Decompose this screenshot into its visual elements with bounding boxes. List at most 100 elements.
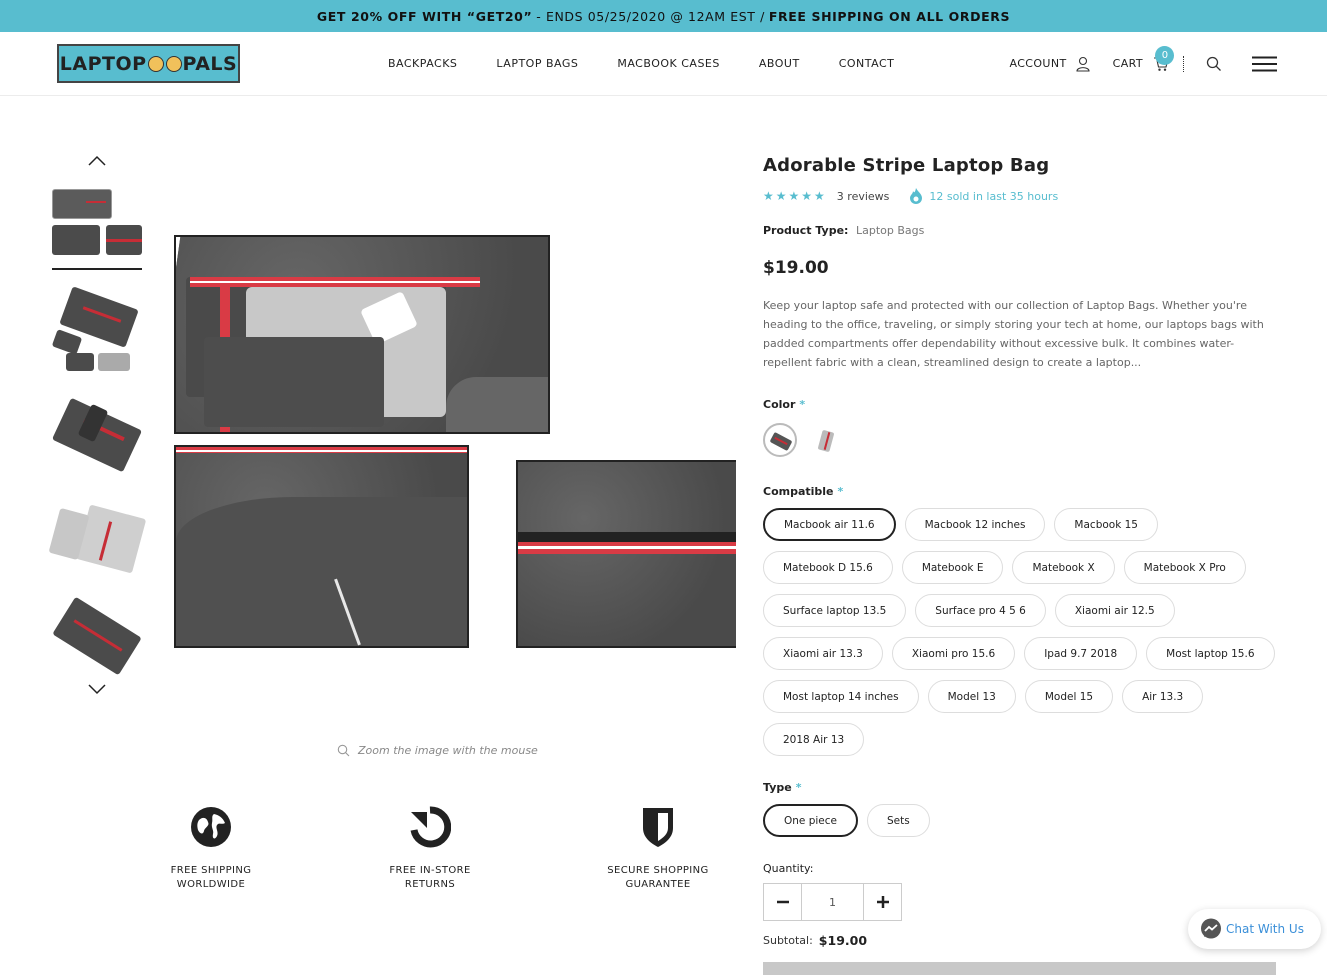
required-mark: * [795,781,802,794]
product-description: Keep your laptop safe and protected with… [763,299,1264,369]
chat-label: Chat With Us [1226,922,1304,936]
color-label-text: Color [763,398,796,411]
subtotal-label: Subtotal: [763,934,813,947]
compatible-option-pill[interactable]: Macbook 15 [1054,508,1158,541]
nav-contact[interactable]: CONTACT [839,57,895,70]
type-option-pill[interactable]: Sets [867,804,930,837]
compatible-options: Macbook air 11.6 Macbook 12 inches Macbook… [763,508,1276,756]
feature-free-shipping: FREE SHIPPING WORLDWIDE [131,806,291,892]
zoom-icon [337,744,350,757]
nav-backpacks[interactable]: BACKPACKS [388,57,457,70]
color-swatch-light-gray[interactable] [809,423,843,457]
compatible-option-pill[interactable]: Model 15 [1024,680,1114,713]
logo-face-icon [165,55,182,72]
compatible-option-pill[interactable]: 2018 Air 13 [763,723,865,756]
compatible-option-pill[interactable]: Matebook X [1012,551,1115,584]
plus-icon [876,896,889,908]
subtotal-value: $19.00 [818,933,868,948]
type-label-text: Type [763,781,792,794]
shield-icon [643,808,673,847]
compatible-option-pill[interactable]: Surface pro 4 5 6 [915,594,1046,627]
compatible-label-text: Compatible [763,485,834,498]
compatible-option-pill[interactable]: Air 13.3 [1122,680,1204,713]
compatible-option-pill[interactable]: Most laptop 14 inches [763,680,919,713]
cart-count-badge: 0 [1155,46,1175,65]
announcement-bar: GET 20% OFF WITH “GET20” - ENDS 05/25/20… [0,0,1327,32]
logo-text-right: PALS [182,52,238,75]
nav-macbook-cases[interactable]: MACBOOK CASES [617,57,720,70]
compatible-label: Compatible * [763,485,1276,498]
chat-widget[interactable]: Chat With Us [1188,909,1321,949]
product-type-label: Product Type: [763,224,849,237]
compatible-option-pill[interactable]: Xiaomi air 12.5 [1054,594,1175,627]
image-panel-top [174,235,550,434]
sold-count: 12 sold in last 35 hours [929,189,1059,203]
feature-line2: WORLDWIDE [176,879,246,890]
user-icon[interactable] [1075,56,1091,72]
menu-icon[interactable] [1252,56,1277,72]
chevron-up-icon[interactable] [87,155,107,167]
product-thumbnail[interactable] [48,495,147,574]
fire-icon [910,188,923,204]
compatible-option-pill[interactable]: Xiaomi pro 15.6 [891,637,1016,670]
product-title: Adorable Stripe Laptop Bag [763,155,1050,176]
feature-line1: SECURE SHOPPING [607,865,709,876]
review-count[interactable]: 3 reviews [837,190,890,203]
account-link[interactable]: ACCOUNT [1009,57,1066,70]
rating-stars[interactable]: ★★★★★ [763,189,827,203]
free-shipping-text: FREE SHIPPING ON ALL ORDERS [768,8,1011,24]
product-thumbnail[interactable] [52,189,142,270]
product-info: Adorable Stripe Laptop Bag ★★★★★ 3 revie… [763,155,1276,948]
color-swatches [763,423,1276,457]
rating-row: ★★★★★ 3 reviews 12 sold in last 35 hours [763,188,1276,204]
zoom-hint: Zoom the image with the mouse [337,744,538,757]
quantity-decrease-button[interactable] [764,884,801,920]
logo-text-left: LAPTOP [59,52,147,75]
header-actions: ACCOUNT CART 0 [1009,32,1277,95]
feature-line1: FREE SHIPPING [170,865,252,876]
messenger-icon [1201,918,1221,939]
compatible-option-pill[interactable]: Macbook 12 inches [904,508,1046,541]
compatible-option-pill[interactable]: Model 13 [927,680,1016,713]
product-thumbnail[interactable] [52,596,142,676]
nav-laptop-bags[interactable]: LAPTOP BAGS [496,57,578,70]
quantity-increase-button[interactable] [864,884,901,920]
zoom-hint-text: Zoom the image with the mouse [358,744,538,757]
type-option-pill[interactable]: One piece [763,804,858,837]
compatible-option-pill[interactable]: Ipad 9.7 2018 [1024,637,1138,670]
image-panel-bottom-right [516,460,736,648]
compatible-option-pill[interactable]: Macbook air 11.6 [763,508,896,541]
compatible-option-pill[interactable]: Xiaomi air 13.3 [763,637,883,670]
feature-line2: RETURNS [404,879,456,890]
compatible-option-pill[interactable]: Matebook D 15.6 [763,551,893,584]
compatible-option-pill[interactable]: Most laptop 15.6 [1146,637,1275,670]
product-type-value[interactable]: Laptop Bags [856,224,924,237]
thumbnail-column [48,155,147,695]
quantity-stepper: 1 [763,883,902,921]
promo-code-text: GET 20% OFF WITH “GET20” [316,8,533,24]
feature-free-returns: FREE IN-STORE RETURNS [350,806,510,892]
feature-secure-shopping: SECURE SHOPPING GUARANTEE [578,806,738,892]
site-header: LAPTOP PALS BACKPACKS LAPTOP BAGS MACBOO… [0,32,1327,96]
type-options: One piece Sets [763,804,1276,837]
compatible-option-pill[interactable]: Matebook X Pro [1123,551,1246,584]
compatible-option-pill[interactable]: Surface laptop 13.5 [763,594,907,627]
logo-face-icon [147,55,164,72]
nav-about[interactable]: ABOUT [759,57,800,70]
globe-icon [191,807,231,847]
compatible-option-pill[interactable]: Matebook E [901,551,1004,584]
add-to-cart-button[interactable] [763,962,1276,975]
minus-icon [776,900,789,904]
cart-link[interactable]: CART [1113,57,1143,70]
product-thumbnail[interactable] [51,286,142,371]
site-logo[interactable]: LAPTOP PALS [57,44,240,83]
required-mark: * [837,485,844,498]
color-swatch-dark-gray[interactable] [763,423,797,457]
feature-line1: FREE IN-STORE [389,865,471,876]
search-icon[interactable] [1206,56,1222,72]
main-product-image[interactable] [170,230,736,650]
chevron-down-icon[interactable] [87,683,107,695]
product-thumbnail[interactable] [51,394,143,473]
quantity-input[interactable]: 1 [801,884,864,920]
main-nav: BACKPACKS LAPTOP BAGS MACBOOK CASES ABOU… [388,32,933,95]
